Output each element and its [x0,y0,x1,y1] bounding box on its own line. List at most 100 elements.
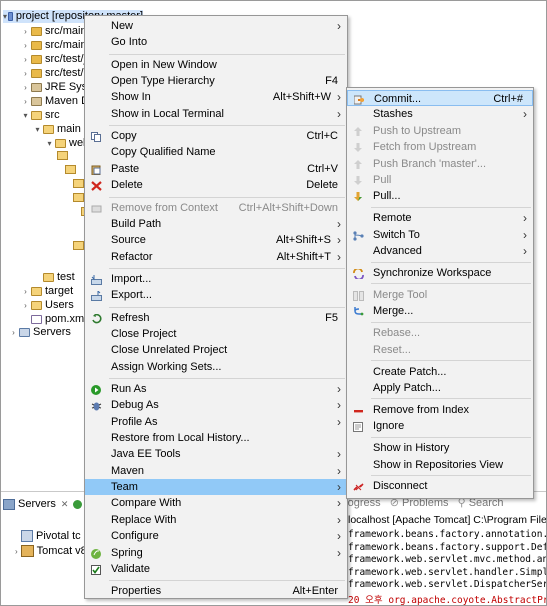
folder-icon [31,287,42,296]
tree-item[interactable]: ▾ src [21,109,60,122]
menu-item-copy[interactable]: Copy Ctrl+C [85,128,347,144]
tree-item[interactable]: test [33,271,75,284]
menu-item-delete[interactable]: Delete Delete [85,177,347,193]
team-item-pull[interactable]: Pull... [347,188,533,204]
menu-item-source[interactable]: Source Alt+Shift+S › [85,232,347,248]
library-icon [31,97,42,106]
tree-item[interactable]: › Users [21,299,74,312]
tree-item-label: test [57,271,75,283]
menu-item-build-path[interactable]: Build Path › [85,216,347,232]
tomcat-icon [20,545,34,557]
tree-item-label: src [45,109,60,121]
team-item-remote[interactable]: Remote › [347,210,533,226]
tree-item[interactable]: › target [21,285,73,298]
menu-item-show-in-local-terminal[interactable]: Show in Local Terminal › [85,106,347,122]
menu-item-validate[interactable]: Validate [85,561,347,577]
tree-item[interactable]: › Servers [9,326,71,339]
menu-item-refresh[interactable]: Refresh F5 [85,310,347,326]
servers-tab-icon [3,498,15,510]
tree-item[interactable]: › src/test/ja [21,53,92,66]
tree-item[interactable]: › src/test/re [21,67,93,80]
menu-item-label: Profile As [111,415,158,428]
menu-separator [109,267,345,269]
menu-item-configure[interactable]: Configure › [85,528,347,544]
expand-arrow-icon[interactable]: ▾ [45,137,54,150]
menu-item-shortcut: Delete [306,179,338,192]
team-item-advanced[interactable]: Advanced › [347,243,533,259]
expand-arrow-icon[interactable]: › [21,81,30,94]
tree-item-label: pom.xml [45,313,87,325]
submenu-arrow-icon: › [337,19,341,33]
expand-arrow-icon[interactable]: ▾ [3,10,7,23]
menu-item-shortcut: Ctrl+# [493,93,523,105]
team-item-show-in-history[interactable]: Show in History [347,440,533,456]
expand-arrow-icon[interactable]: › [9,326,18,339]
menu-item-copy-qualified-name[interactable]: Copy Qualified Name [85,144,347,160]
menu-item-open-type-hierarchy[interactable]: Open Type Hierarchy F4 [85,73,347,89]
menu-item-team[interactable]: Team › [85,479,347,496]
team-item-synchronize-workspace[interactable]: Synchronize Workspace [347,265,533,281]
menu-item-label: Restore from Local History... [111,432,250,445]
menu-item-label: Push to Upstream [373,124,462,137]
expand-arrow-icon[interactable]: ▾ [33,123,42,136]
menu-item-spring[interactable]: Spring › [85,545,347,561]
menu-item-label: Merge... [373,305,414,318]
team-item-show-in-repositories-view[interactable]: Show in Repositories View [347,457,533,473]
menu-item-export[interactable]: Export... [85,287,347,303]
team-item-stashes[interactable]: Stashes › [347,106,533,122]
tree-item[interactable]: › src/main/ [21,25,89,38]
tree-item[interactable]: pom.xml [21,313,87,326]
team-item-disconnect[interactable]: Disconnect [347,478,533,494]
menu-item-close-project[interactable]: Close Project [85,326,347,342]
team-item-create-patch[interactable]: Create Patch... [347,364,533,380]
team-item-apply-patch[interactable]: Apply Patch... [347,380,533,396]
expand-arrow-icon[interactable]: › [21,25,30,38]
expand-arrow-icon: › [15,546,18,556]
expand-arrow-icon[interactable]: › [21,39,30,52]
expand-arrow-icon[interactable]: › [21,299,30,312]
synchronize-icon [353,267,364,281]
console-line: framework.web.servlet.handler.SimpleU [348,566,547,578]
menu-item-java-ee-tools[interactable]: Java EE Tools › [85,446,347,462]
submenu-arrow-icon: › [337,233,341,248]
menu-item-assign-working-sets[interactable]: Assign Working Sets... [85,359,347,375]
menu-item-replace-with[interactable]: Replace With › [85,512,347,528]
copy-icon [91,131,102,143]
folder-icon [73,179,84,188]
team-item-merge[interactable]: Merge... [347,303,533,319]
push-icon [353,126,364,136]
team-item-remove-from-index[interactable]: Remove from Index [347,402,533,418]
expand-arrow-icon[interactable]: ▾ [21,109,30,122]
menu-item-close-unrelated-project[interactable]: Close Unrelated Project [85,342,347,358]
expand-arrow-icon[interactable]: › [21,53,30,66]
menu-item-paste[interactable]: Paste Ctrl+V [85,161,347,177]
menu-item-go-into[interactable]: Go Into [85,34,347,50]
menu-item-label: Show in History [373,442,450,455]
team-item-switch-to[interactable]: Switch To › [347,227,533,243]
expand-arrow-icon[interactable]: › [21,285,30,298]
menu-item-restore-from-local-history[interactable]: Restore from Local History... [85,430,347,446]
menu-item-label: Export... [111,289,152,302]
team-item-ignore[interactable]: Ignore [347,418,533,434]
menu-item-compare-with[interactable]: Compare With › [85,495,347,511]
menu-item-profile-as[interactable]: Profile As › [85,414,347,430]
eclipse-window: ▾ project [repository master] › src/main/› s… [0,0,547,606]
tree-item[interactable]: ▾ web [45,137,89,150]
menu-item-open-in-new-window[interactable]: Open in New Window [85,57,347,73]
menu-item-properties[interactable]: Properties Alt+Enter [85,583,347,599]
console-view: rogress ⊘ Problems ⚲ Search localhost [A… [344,491,547,605]
expand-arrow-icon[interactable]: › [21,67,30,80]
tree-item[interactable]: ▾ main [33,123,80,136]
menu-item-import[interactable]: Import... [85,271,347,287]
menu-item-maven[interactable]: Maven › [85,463,347,479]
menu-item-show-in[interactable]: Show In Alt+Shift+W › [85,89,347,105]
close-icon[interactable]: ✕ [61,499,69,510]
menu-item-run-as[interactable]: Run As › [85,381,347,397]
tree-item[interactable]: › src/main/ [21,39,89,52]
menu-item-debug-as[interactable]: Debug As › [85,397,347,413]
menu-item-new[interactable]: New › [85,18,347,34]
expand-arrow-icon[interactable]: › [21,95,30,108]
team-item-commit[interactable]: Commit... Ctrl+# [347,90,533,106]
menu-item-label: Spring [111,546,143,559]
menu-item-refactor[interactable]: Refactor Alt+Shift+T › [85,249,347,265]
